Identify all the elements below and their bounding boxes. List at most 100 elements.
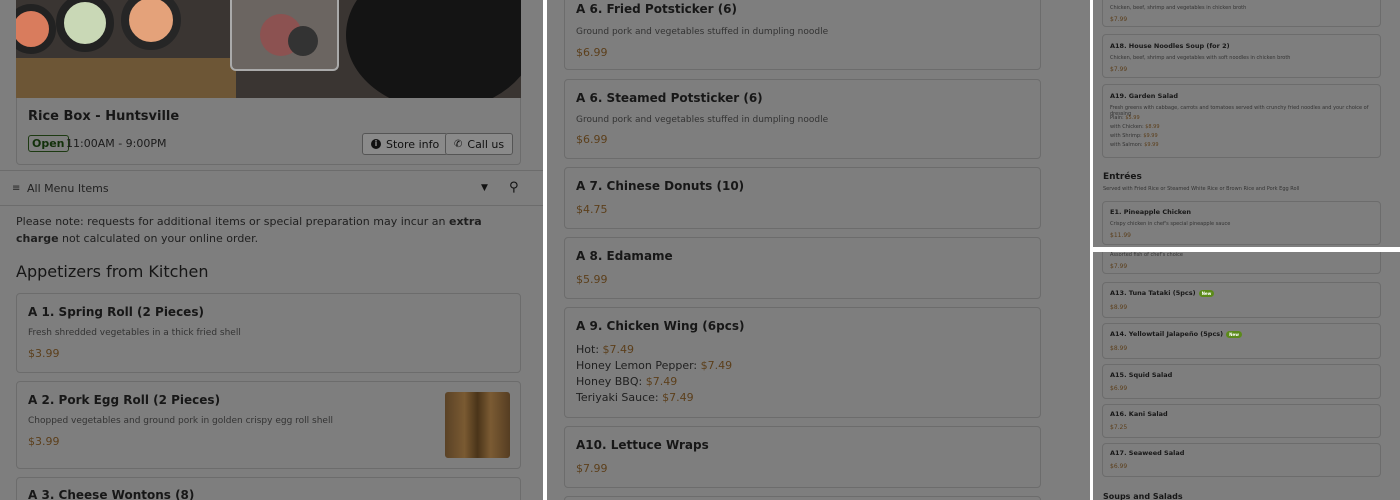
menu-item-card[interactable]: A 1. Spring Roll (2 Pieces) Fresh shredd… — [16, 293, 521, 373]
menu-item-desc: Chicken, beef, shrimp and vegetables wit… — [1110, 55, 1291, 61]
store-logo — [230, 0, 339, 71]
menu-item-name: A 1. Spring Roll (2 Pieces) — [28, 305, 204, 319]
menu-item-card[interactable]: A14. Yellowtail Jalapeño (5pcs) New $8.99 — [1102, 323, 1381, 359]
menu-list-panel: A 6. Fried Potsticker (6) Ground pork an… — [547, 0, 1090, 500]
menu-item-desc: Chicken, beef, shrimp and vegetables in … — [1110, 5, 1247, 11]
menu-item-card[interactable]: A13. Tuna Tataki (5pcs) New $8.99 — [1102, 282, 1381, 318]
menu-item-price: $11.99 — [1110, 232, 1131, 239]
menu-item-price: $3.99 — [28, 347, 60, 360]
menu-item-name: A10. Lettuce Wraps — [576, 438, 709, 452]
menu-item-name: A13. Tuna Tataki (5pcs) New — [1110, 289, 1215, 297]
menu-item-name: A 7. Chinese Donuts (10) — [576, 179, 745, 193]
menu-item-price: $7.25 — [1110, 424, 1128, 431]
menu-item-name: A 6. Fried Potsticker (6) — [576, 2, 738, 16]
menu-item-price: $7.99 — [1110, 16, 1128, 23]
menu-filter-bar: ≡ All Menu Items ▼ ⚲ — [0, 170, 543, 206]
egg-roll-photo — [445, 392, 510, 458]
menu-item-price: $6.99 — [1110, 463, 1128, 470]
menu-item-name: A18. House Noodles Soup (for 2) — [1110, 42, 1230, 50]
store-name: Rice Box - Huntsville — [28, 109, 180, 124]
menu-item-price: $7.99 — [1110, 66, 1128, 73]
menu-option: Plain: $5.99 — [1110, 115, 1140, 121]
new-badge: New — [1226, 330, 1242, 338]
sushi-piece — [16, 4, 56, 54]
search-icon[interactable]: ⚲ — [509, 180, 519, 195]
menu-item-price: $8.99 — [1110, 304, 1128, 311]
store-page-panel: Rice Box - Huntsville Open 11:00AM - 9:0… — [0, 0, 543, 500]
call-us-button[interactable]: ✆ Call us — [445, 133, 514, 155]
menu-item-name: A15. Squid Salad — [1110, 371, 1173, 379]
menu-item-price: $6.99 — [576, 46, 608, 59]
menu-item-price: $8.99 — [1110, 345, 1128, 352]
menu-item-card[interactable]: Assorted fish of chef's choice $7.99 — [1102, 252, 1381, 274]
sushi-piece — [121, 0, 181, 50]
menu-item-card[interactable]: A17. Seaweed Salad $6.99 — [1102, 443, 1381, 477]
sauce-bowl — [346, 0, 521, 98]
menu-option: with Chicken: $8.99 — [1110, 124, 1160, 130]
menu-item-price: $7.99 — [576, 462, 608, 475]
notice-text: Please note: requests for additional ite… — [16, 215, 449, 228]
filter-icon: ≡ — [12, 183, 21, 194]
chevron-down-icon[interactable]: ▼ — [481, 183, 488, 193]
menu-item-name: A19. Garden Salad — [1110, 92, 1179, 100]
sushi-piece — [56, 0, 114, 52]
menu-option: Hot: $7.49 — [576, 343, 635, 356]
menu-item-desc: Fresh shredded vegetables in a thick fri… — [28, 328, 241, 338]
menu-item-price: $7.99 — [1110, 263, 1128, 270]
menu-item-card[interactable]: Chicken, beef, shrimp and vegetables in … — [1102, 0, 1381, 27]
store-info-button[interactable]: i Store info — [362, 133, 449, 155]
call-us-label: Call us — [467, 137, 505, 151]
section-title: Entrées — [1103, 172, 1142, 182]
menu-item-card[interactable]: A 6. Steamed Potsticker (6) Ground pork … — [564, 79, 1041, 159]
menu-item-card[interactable]: A19. Garden Salad Fresh greens with cabb… — [1102, 84, 1381, 158]
menu-item-price: $6.99 — [576, 133, 608, 146]
info-icon: i — [371, 139, 381, 149]
menu-item-desc: Fresh greens with cabbage, carrots and t… — [1110, 105, 1369, 117]
soups-salads-panel: Chicken, beef, shrimp and vegetables in … — [1093, 0, 1400, 247]
menu-item-name: A 3. Cheese Wontons (8) — [28, 488, 195, 500]
menu-item-card[interactable]: A 7. Chinese Donuts (10) $4.75 — [564, 167, 1041, 229]
menu-item-name: A16. Kani Salad — [1110, 410, 1168, 418]
new-badge: New — [1198, 289, 1215, 297]
menu-item-desc: Assorted fish of chef's choice — [1110, 252, 1183, 258]
section-title: Soups and Salads — [1103, 492, 1183, 500]
menu-item-card[interactable]: A10. Lettuce Wraps $7.99 — [564, 426, 1041, 488]
section-title: Appetizers from Kitchen — [16, 262, 209, 281]
menu-item-name: A 8. Edamame — [576, 249, 673, 263]
menu-option: Honey BBQ: $7.49 — [576, 375, 678, 388]
menu-item-desc: Chopped vegetables and ground pork in go… — [28, 416, 333, 426]
menu-item-name: A14. Yellowtail Jalapeño (5pcs) New — [1110, 330, 1242, 338]
extra-charge-notice: Please note: requests for additional ite… — [16, 213, 516, 247]
store-info-label: Store info — [386, 137, 440, 151]
menu-item-card[interactable]: A 9. Chicken Wing (6pcs) Hot: $7.49 Hone… — [564, 307, 1041, 418]
menu-item-card[interactable]: A 6. Fried Potsticker (6) Ground pork an… — [564, 0, 1041, 70]
menu-item-card[interactable]: A16. Kani Salad $7.25 — [1102, 404, 1381, 438]
open-badge: Open — [28, 135, 69, 152]
store-hours: 11:00AM - 9:00PM — [66, 137, 167, 150]
menu-item-desc: Crispy chicken in chef's special pineapp… — [1110, 221, 1231, 227]
menu-item-name: A17. Seaweed Salad — [1110, 449, 1185, 457]
wood-board — [16, 58, 236, 98]
menu-item-price: $3.99 — [28, 435, 60, 448]
menu-item-name: A 6. Steamed Potsticker (6) — [576, 91, 763, 105]
phone-icon: ✆ — [454, 138, 463, 150]
menu-option: with Salmon: $9.99 — [1110, 142, 1159, 148]
menu-item-price: $4.75 — [576, 203, 608, 216]
menu-item-card[interactable]: A15. Squid Salad $6.99 — [1102, 364, 1381, 399]
menu-item-card[interactable]: A 3. Cheese Wontons (8) — [16, 477, 521, 500]
menu-item-name: E1. Pineapple Chicken — [1110, 208, 1191, 216]
menu-item-name: A 9. Chicken Wing (6pcs) — [576, 319, 745, 333]
menu-option: Teriyaki Sauce: $7.49 — [576, 391, 694, 404]
sushi-appetizers-panel: Assorted fish of chef's choice $7.99 A13… — [1093, 252, 1400, 500]
hero-image — [16, 0, 521, 98]
menu-item-card[interactable]: E1. Pineapple Chicken Crispy chicken in … — [1102, 201, 1381, 245]
menu-item-card[interactable] — [564, 496, 1041, 500]
menu-category-select[interactable]: All Menu Items — [27, 182, 109, 195]
store-info-card: Rice Box - Huntsville Open 11:00AM - 9:0… — [16, 98, 521, 165]
menu-item-price: $5.99 — [576, 273, 608, 286]
menu-item-card[interactable]: A18. House Noodles Soup (for 2) Chicken,… — [1102, 34, 1381, 78]
menu-item-card[interactable]: A 2. Pork Egg Roll (2 Pieces) Chopped ve… — [16, 381, 521, 469]
menu-item-desc: Ground pork and vegetables stuffed in du… — [576, 27, 829, 37]
menu-item-price: $6.99 — [1110, 385, 1128, 392]
menu-item-card[interactable]: A 8. Edamame $5.99 — [564, 237, 1041, 299]
